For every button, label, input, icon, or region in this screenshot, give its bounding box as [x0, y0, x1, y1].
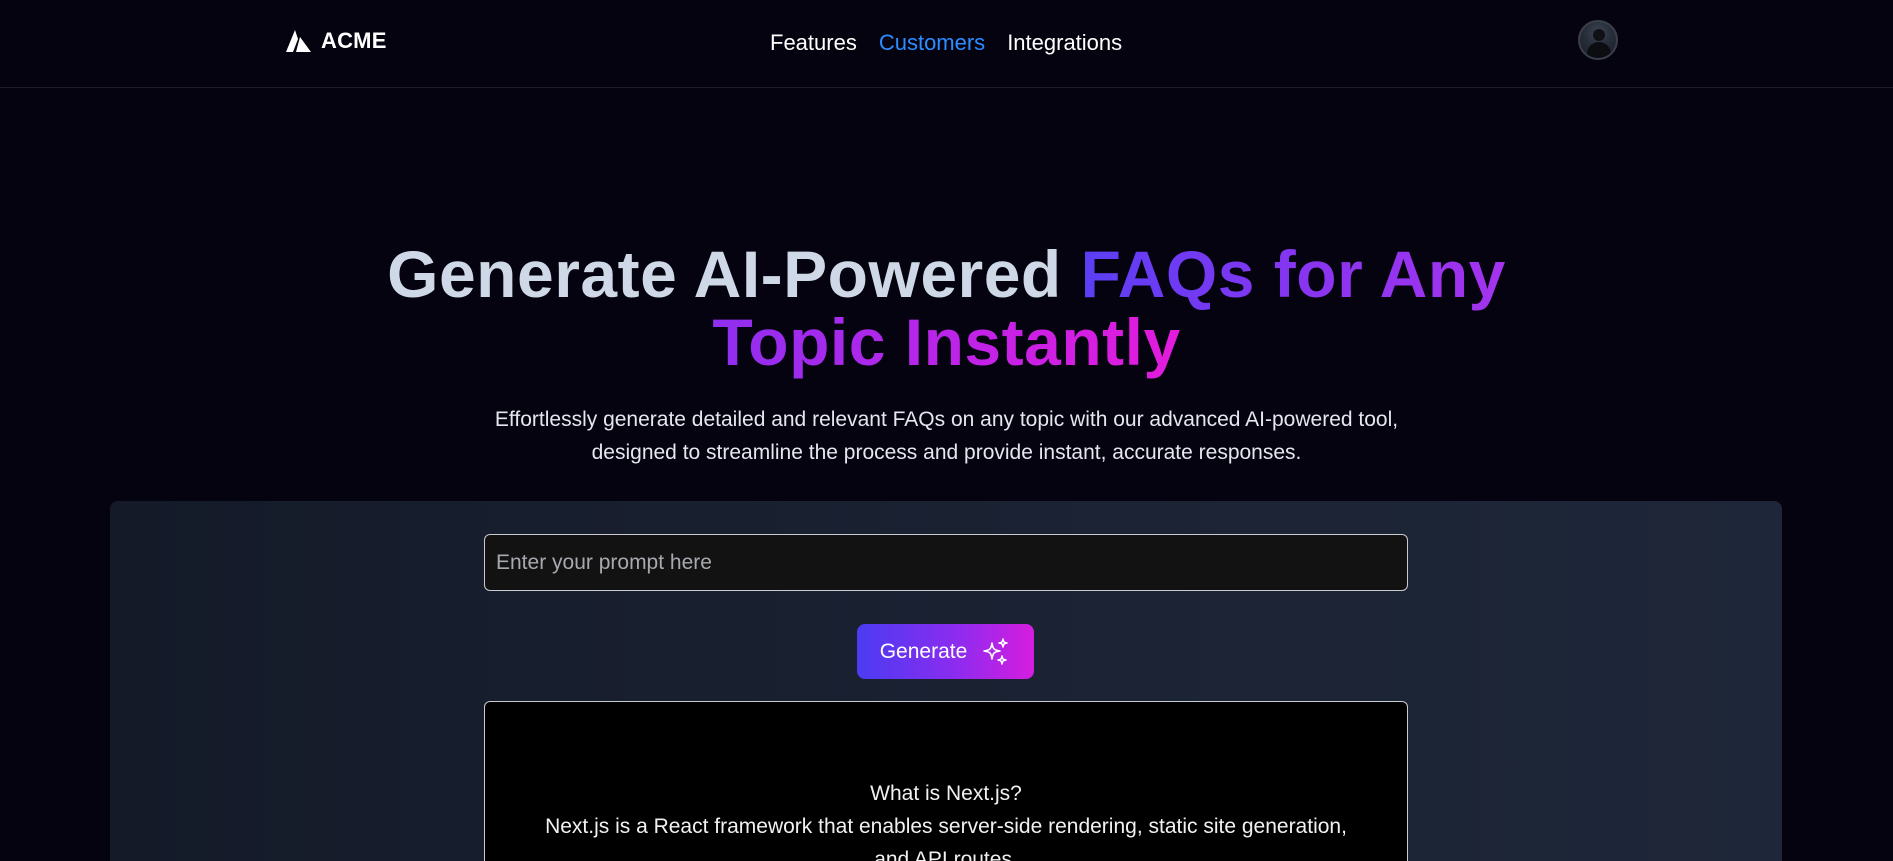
- hero-title: Generate AI-Powered FAQs for Any Topic In…: [0, 240, 1893, 376]
- faq-question: What is Next.js?: [870, 782, 1022, 805]
- avatar-head-shape: [1593, 29, 1605, 41]
- nav-link-integrations[interactable]: Integrations: [1007, 30, 1122, 56]
- hero-title-highlight-2: Topic Instantly: [712, 305, 1181, 379]
- acme-logo-icon: [286, 30, 311, 52]
- main-nav: Features Customers Integrations: [770, 30, 1122, 56]
- logo-text: ACME: [321, 28, 387, 53]
- generate-button-label: Generate: [879, 639, 968, 663]
- nav-link-customers[interactable]: Customers: [879, 30, 985, 56]
- logo[interactable]: ACME: [285, 28, 387, 54]
- faq-output: What is Next.js? Next.js is a React fram…: [484, 701, 1408, 861]
- prompt-input[interactable]: [484, 534, 1408, 591]
- hero-subtitle: Effortlessly generate detailed and relev…: [494, 408, 1399, 464]
- nav-link-features[interactable]: Features: [770, 30, 857, 56]
- faq-answer: Next.js is a React framework that enable…: [545, 815, 1347, 861]
- sparkles-icon: [983, 637, 1009, 665]
- user-avatar[interactable]: [1578, 20, 1618, 60]
- generate-button[interactable]: Generate: [857, 624, 1034, 679]
- hero-title-highlight-1: FAQs for Any: [1080, 237, 1506, 311]
- top-navbar: ACME Features Customers Integrations: [0, 0, 1893, 88]
- hero-title-plain: Generate AI-Powered: [387, 237, 1081, 311]
- avatar-body-shape: [1587, 42, 1611, 58]
